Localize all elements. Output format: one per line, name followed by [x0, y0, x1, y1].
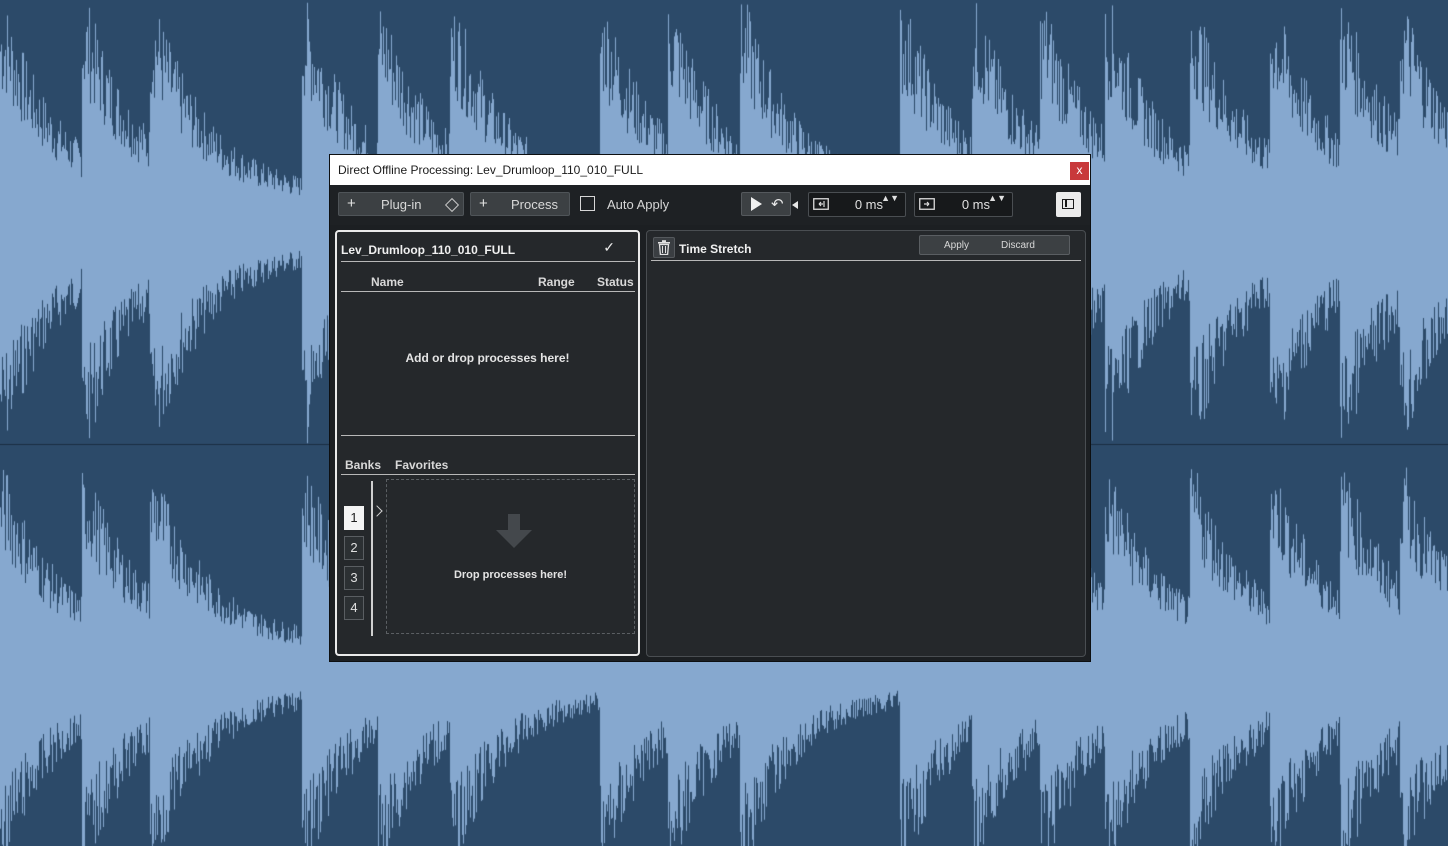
- preview-options-arrow-icon[interactable]: [792, 201, 798, 209]
- arrow-down-icon: [496, 514, 532, 548]
- auto-apply-label: Auto Apply: [607, 197, 670, 212]
- favorites-drop-zone[interactable]: Drop processes here!: [386, 479, 635, 634]
- process-title: Time Stretch: [679, 242, 752, 256]
- column-header-name[interactable]: Name: [371, 275, 404, 289]
- drop-message: Drop processes here!: [453, 569, 568, 581]
- bank-button-4[interactable]: 4: [344, 596, 364, 620]
- play-icon[interactable]: [751, 197, 762, 211]
- post-roll-stepper-icon[interactable]: ▲▼: [988, 194, 1006, 203]
- pre-roll-value: 0 ms: [854, 197, 883, 212]
- divider: [341, 291, 635, 292]
- divider: [341, 474, 635, 475]
- plugin-button[interactable]: + Plug-in: [338, 192, 464, 216]
- pre-roll-field[interactable]: 0 ms ▲▼: [808, 192, 906, 217]
- tab-banks[interactable]: Banks: [345, 458, 381, 472]
- divider: [651, 260, 1081, 261]
- delete-process-button[interactable]: [653, 237, 675, 258]
- plugin-button-label: Plug-in: [381, 197, 422, 212]
- process-list-panel: Lev_Drumloop_110_010_FULL ✓ Name Range S…: [335, 230, 640, 656]
- apply-discard-group: Apply Discard: [919, 235, 1070, 255]
- bank-rail: [371, 481, 373, 636]
- post-roll-field[interactable]: 0 ms ▲▼: [914, 192, 1013, 217]
- auto-apply-checkbox[interactable]: [580, 196, 595, 211]
- process-editor-panel: Time Stretch Apply Discard: [646, 230, 1086, 657]
- pre-roll-icon: [813, 198, 829, 210]
- post-roll-icon: [919, 198, 935, 210]
- preset-diamond-icon: [444, 197, 460, 213]
- window-titlebar: Direct Offline Processing: Lev_Drumloop_…: [330, 155, 1090, 185]
- pre-roll-stepper-icon[interactable]: ▲▼: [881, 194, 899, 203]
- bank-button-3[interactable]: 3: [344, 566, 364, 590]
- bank-button-1[interactable]: 1: [344, 506, 364, 530]
- close-window-button[interactable]: x: [1070, 162, 1089, 180]
- window-title: Direct Offline Processing: Lev_Drumloop_…: [338, 163, 644, 177]
- direct-offline-processing-window: Direct Offline Processing: Lev_Drumloop_…: [330, 155, 1090, 661]
- discard-button[interactable]: Discard: [1001, 240, 1035, 251]
- preview-controls: ↶: [741, 192, 791, 216]
- clip-name: Lev_Drumloop_110_010_FULL: [341, 243, 516, 257]
- divider: [341, 435, 635, 436]
- chevron-right-icon: [371, 505, 383, 517]
- plus-icon: +: [479, 195, 488, 212]
- tab-favorites[interactable]: Favorites: [395, 458, 448, 472]
- plus-icon: +: [347, 195, 356, 212]
- checkmark-icon[interactable]: ✓: [603, 239, 615, 256]
- divider: [341, 261, 635, 262]
- process-list-empty-message: Add or drop processes here!: [405, 351, 570, 365]
- column-header-status[interactable]: Status: [597, 275, 634, 289]
- process-button[interactable]: + Process: [470, 192, 570, 216]
- apply-button[interactable]: Apply: [944, 240, 969, 251]
- process-button-label: Process: [511, 197, 558, 212]
- panel-layout-icon: [1062, 199, 1074, 209]
- bank-button-2[interactable]: 2: [344, 536, 364, 560]
- loop-icon[interactable]: ↶: [771, 195, 784, 213]
- post-roll-value: 0 ms: [961, 197, 990, 212]
- toggle-panel-button[interactable]: [1056, 192, 1081, 217]
- column-header-range[interactable]: Range: [538, 275, 575, 289]
- trash-icon: [658, 240, 670, 255]
